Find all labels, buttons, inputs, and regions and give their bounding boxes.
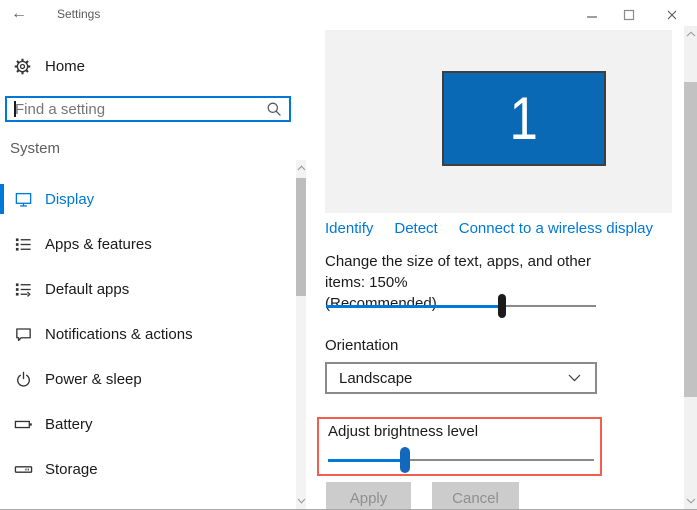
search-icon[interactable]: [266, 101, 282, 117]
sidebar-item-power-sleep[interactable]: Power & sleep: [0, 364, 290, 394]
brightness-slider[interactable]: [328, 447, 594, 473]
maximize-button[interactable]: [615, 5, 643, 25]
scroll-down-icon[interactable]: [684, 495, 697, 507]
identify-link[interactable]: Identify: [325, 220, 373, 237]
sidebar-section-label: System: [10, 140, 60, 157]
minimize-button[interactable]: [578, 5, 606, 25]
settings-window: ← Settings Home: [0, 0, 697, 510]
connect-wireless-display-link[interactable]: Connect to a wireless display: [459, 220, 653, 237]
brightness-slider-thumb[interactable]: [400, 447, 410, 473]
storage-icon: [13, 460, 33, 479]
close-button[interactable]: [658, 5, 686, 25]
monitor-number: 1: [510, 89, 538, 149]
sidebar-item-default-apps[interactable]: Default apps: [0, 274, 290, 304]
search-box[interactable]: [5, 96, 291, 122]
brightness-label: Adjust brightness level: [328, 423, 478, 440]
selected-indicator: [0, 184, 4, 214]
sidebar-scrollbar-thumb[interactable]: [296, 178, 306, 296]
window-scrollbar-thumb[interactable]: [684, 82, 697, 397]
sidebar-item-battery[interactable]: Battery: [0, 409, 290, 439]
scroll-up-icon[interactable]: [684, 28, 697, 40]
window-scrollbar[interactable]: [684, 26, 697, 509]
minimize-icon: [586, 9, 598, 21]
orientation-label: Orientation: [325, 337, 398, 354]
sidebar-home-label: Home: [45, 58, 85, 75]
apps-features-icon: [13, 235, 33, 254]
power-icon: [13, 370, 33, 389]
orientation-selected-value: Landscape: [339, 370, 412, 387]
maximize-icon: [623, 9, 635, 21]
sidebar-item-home[interactable]: Home: [0, 51, 290, 81]
window-title: Settings: [57, 7, 100, 21]
monitor-preview[interactable]: 1: [442, 71, 606, 166]
scaling-slider[interactable]: [326, 293, 596, 319]
default-apps-icon: [13, 280, 33, 299]
search-input[interactable]: [15, 98, 245, 120]
scroll-up-icon[interactable]: [296, 162, 306, 174]
sidebar-item-display[interactable]: Display: [0, 184, 290, 214]
close-icon: [666, 9, 678, 21]
apply-button[interactable]: Apply: [326, 482, 411, 510]
cancel-button[interactable]: Cancel: [432, 482, 519, 510]
sidebar-scrollbar[interactable]: [296, 160, 306, 509]
display-links: Identify Detect Connect to a wireless di…: [325, 220, 653, 237]
orientation-dropdown[interactable]: Landscape: [325, 362, 597, 394]
notifications-icon: [13, 325, 33, 344]
sidebar-item-notifications[interactable]: Notifications & actions: [0, 319, 290, 349]
chevron-down-icon: [568, 374, 581, 382]
scaling-slider-thumb[interactable]: [498, 294, 506, 318]
display-preview-area: 1: [325, 30, 672, 213]
display-icon: [13, 190, 33, 209]
detect-link[interactable]: Detect: [394, 220, 437, 237]
sidebar-item-storage[interactable]: Storage: [0, 454, 290, 484]
sidebar-item-apps-features[interactable]: Apps & features: [0, 229, 290, 259]
gear-icon: [13, 57, 33, 76]
text-caret: [14, 101, 16, 117]
scroll-down-icon[interactable]: [296, 495, 306, 507]
back-button[interactable]: ←: [11, 3, 27, 25]
battery-icon: [13, 415, 33, 434]
